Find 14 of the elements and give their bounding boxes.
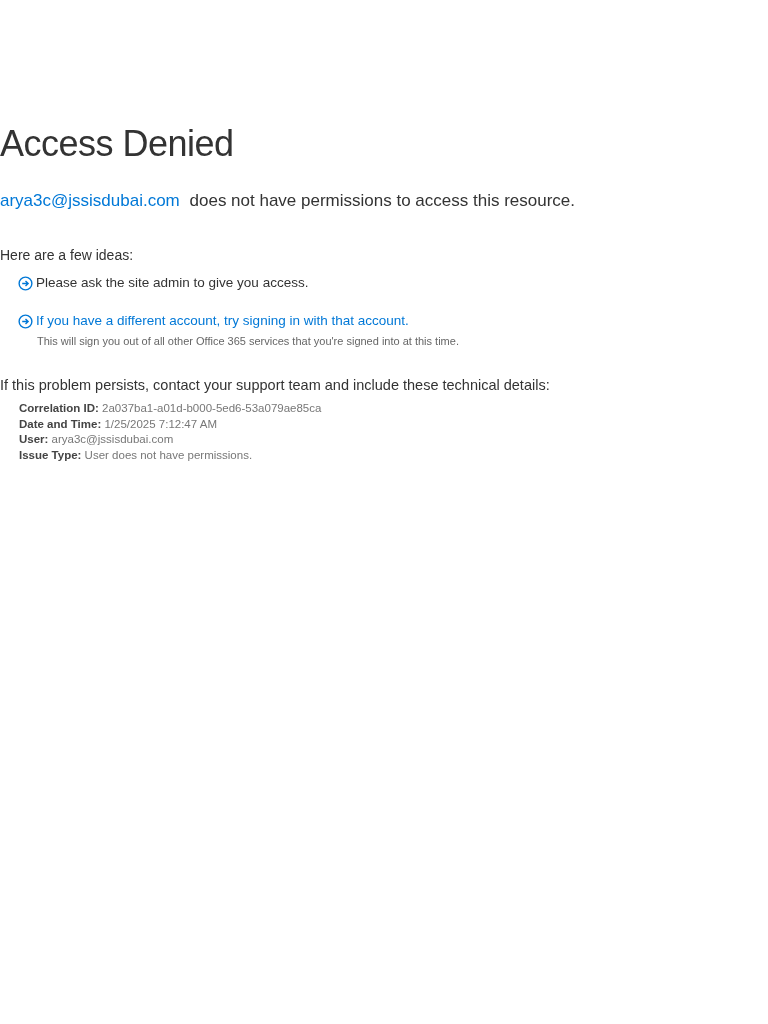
sign-out-note: This will sign you out of all other Office 365 services that you're signed into at this time. bbox=[37, 334, 460, 348]
account-link[interactable]: arya3c@jssisdubai.com bbox=[0, 191, 180, 210]
detail-line: User: arya3c@jssisdubai.com bbox=[19, 432, 175, 447]
page-title: Access Denied bbox=[0, 122, 235, 166]
details-heading: If this problem persists, contact your support team and include these technical details: bbox=[0, 376, 551, 394]
idea-text: Please ask the site admin to give you access. bbox=[36, 274, 309, 292]
detail-line: Issue Type: User does not have permissions. bbox=[19, 447, 254, 463]
arrow-circle-icon bbox=[18, 275, 33, 291]
arrow-circle-icon bbox=[18, 313, 33, 329]
ideas-heading: Here are a few ideas: bbox=[0, 246, 135, 264]
message-text: does not have permissions to access this resource. bbox=[189, 191, 576, 210]
detail-line: Date and Time: 1/25/2025 7:12:47 AM bbox=[19, 416, 218, 432]
sign-in-link[interactable]: If you have a different account, try signing in with that account. bbox=[36, 312, 409, 330]
detail-line: Correlation ID: 2a037ba1-a01d-b000-5ed6-53a079ae85ca bbox=[19, 401, 323, 416]
